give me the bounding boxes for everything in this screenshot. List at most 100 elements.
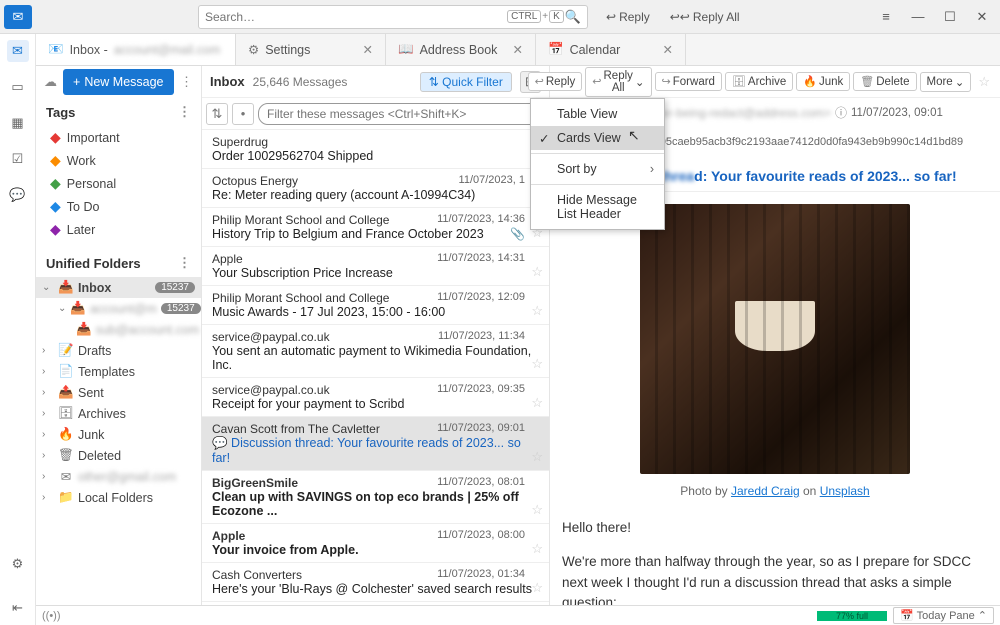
toolbar-actions: ↩Reply ↩↩Reply All xyxy=(598,7,748,27)
tasks-rail-icon[interactable]: ☑ xyxy=(7,148,29,170)
star-icon[interactable]: ☆ xyxy=(974,74,994,90)
chevron-right-icon[interactable]: › xyxy=(42,450,54,461)
close-icon[interactable]: ✕ xyxy=(363,42,373,57)
chevron-right-icon[interactable]: › xyxy=(42,492,54,503)
folder-account[interactable]: ⌄📥account@m15237 xyxy=(36,298,201,319)
chevron-right-icon[interactable]: › xyxy=(42,387,54,398)
message-row[interactable]: Philip Morant School and College History… xyxy=(202,208,549,247)
messages-container[interactable]: Superdrug Order 10029562704 Shipped ☆Oct… xyxy=(202,130,549,605)
tab-calendar[interactable]: 📅 Calendar ✕ xyxy=(536,34,686,65)
addressbook-rail-icon[interactable]: ▭ xyxy=(7,76,29,98)
quick-filter-button[interactable]: ⇅ Quick Filter xyxy=(420,72,512,92)
tag-item[interactable]: ◆Personal xyxy=(36,172,201,195)
more-icon[interactable]: ⋮ xyxy=(178,104,191,120)
connection-icon[interactable]: ((•)) xyxy=(42,610,61,622)
tag-icon: ◆ xyxy=(50,175,61,192)
reply-button[interactable]: ↩Reply xyxy=(528,72,583,91)
get-messages-icon[interactable]: ☁ xyxy=(44,74,57,90)
settings-rail-icon[interactable]: ⚙ xyxy=(7,553,29,575)
more-icon[interactable]: ⋮ xyxy=(178,255,191,271)
unread-filter-button[interactable]: • xyxy=(232,103,254,125)
gear-icon: ⚙ xyxy=(248,42,259,57)
new-message-button[interactable]: +New Message xyxy=(63,69,174,95)
tag-item[interactable]: ◆Work xyxy=(36,149,201,172)
close-icon[interactable]: ✕ xyxy=(663,42,673,57)
folder-inbox[interactable]: ⌄📥Inbox15237 xyxy=(36,277,201,298)
message-row[interactable]: Apple Your Subscription Price Increase 1… xyxy=(202,247,549,286)
tag-item[interactable]: ◆Later xyxy=(36,218,201,241)
tab-addressbook[interactable]: 📖 Address Book ✕ xyxy=(386,34,536,65)
today-pane-button[interactable]: 📅Today Pane⌃ xyxy=(893,607,994,624)
folder-sent[interactable]: ›📤Sent xyxy=(36,382,201,403)
tab-inbox[interactable]: 📧 Inbox - account@mail.com xyxy=(36,34,236,65)
message-row[interactable]: Cash Converters Here's your 'Blu-Rays @ … xyxy=(202,563,549,602)
menu-sort-by[interactable]: Sort by› xyxy=(531,157,664,181)
contact-icon[interactable]: ⓘ xyxy=(835,104,847,121)
message-row[interactable]: BigGreenSmile Clean up with SAVINGS on t… xyxy=(202,471,549,524)
tab-settings[interactable]: ⚙ Settings ✕ xyxy=(236,34,386,65)
folder-subaccount[interactable]: 📥sub@account.com xyxy=(36,319,201,340)
junk-button[interactable]: 🔥Junk xyxy=(796,72,850,91)
forward-button[interactable]: ↪Forward xyxy=(655,72,722,91)
folder-account2[interactable]: ›✉other@gmail.com xyxy=(36,466,201,487)
mail-rail-icon[interactable]: ✉ xyxy=(7,40,29,62)
tag-item[interactable]: ◆Important xyxy=(36,126,201,149)
minimize-button[interactable]: — xyxy=(904,5,932,29)
filter-input[interactable] xyxy=(258,103,545,125)
star-icon[interactable]: ☆ xyxy=(531,356,543,372)
message-row[interactable]: service@paypal.co.uk Receipt for your pa… xyxy=(202,378,549,417)
star-icon[interactable]: ☆ xyxy=(531,580,543,596)
chevron-right-icon[interactable]: › xyxy=(42,471,54,482)
search-input[interactable] xyxy=(205,10,506,24)
menu-cards-view[interactable]: ✓Cards View xyxy=(531,126,664,150)
message-row[interactable]: Apple Your invoice from Apple. 11/07/202… xyxy=(202,524,549,563)
tag-item[interactable]: ◆To Do xyxy=(36,195,201,218)
folder-templates[interactable]: ›📄Templates xyxy=(36,361,201,382)
photo-author-link[interactable]: Jaredd Craig xyxy=(731,484,800,498)
search-box[interactable]: CTRL + K 🔍 xyxy=(198,5,588,29)
chevron-right-icon[interactable]: › xyxy=(42,366,54,377)
chevron-right-icon[interactable]: › xyxy=(42,345,54,356)
inbox-icon: 📥 xyxy=(58,280,74,295)
calendar-icon: 📅 xyxy=(900,609,914,622)
message-row[interactable]: Superdrug Order 10029562704 Shipped ☆ xyxy=(202,130,549,169)
delete-button[interactable]: 🗑Delete xyxy=(853,72,916,91)
message-row[interactable]: Philip Morant School and College Music A… xyxy=(202,286,549,325)
menu-icon[interactable]: ≡ xyxy=(872,5,900,29)
calendar-rail-icon[interactable]: ▦ xyxy=(7,112,29,134)
close-icon[interactable]: ✕ xyxy=(513,42,523,57)
chevron-down-icon[interactable]: ⌄ xyxy=(58,303,66,314)
star-icon[interactable]: ☆ xyxy=(531,264,543,280)
folder-drafts[interactable]: ›📝Drafts xyxy=(36,340,201,361)
folder-local[interactable]: ›📁Local Folders xyxy=(36,487,201,508)
chevron-down-icon[interactable]: ⌄ xyxy=(42,282,54,293)
message-row[interactable]: Octopus Energy Re: Meter reading query (… xyxy=(202,169,549,208)
more-icon[interactable]: ⋮ xyxy=(180,74,193,90)
search-icon[interactable]: 🔍 xyxy=(565,9,581,25)
folder-junk[interactable]: ›🔥Junk xyxy=(36,424,201,445)
maximize-button[interactable]: ☐ xyxy=(936,5,964,29)
filter-toggle-button[interactable]: ⇅ xyxy=(206,103,228,125)
more-button[interactable]: More ⌄ xyxy=(920,72,972,92)
collapse-rail-icon[interactable]: ⇤ xyxy=(7,597,29,619)
archive-button[interactable]: 🗄Archive xyxy=(725,72,793,91)
reply-all-button[interactable]: ↩↩Reply All xyxy=(662,7,748,27)
chat-rail-icon[interactable]: 💬 xyxy=(7,184,29,206)
chevron-right-icon[interactable]: › xyxy=(42,429,54,440)
folder-deleted[interactable]: ›🗑Deleted xyxy=(36,445,201,466)
message-row[interactable]: Cavan Scott from The Cavletter 💬 Discuss… xyxy=(202,417,549,471)
star-icon[interactable]: ☆ xyxy=(531,395,543,411)
message-row[interactable]: service@paypal.co.uk You sent an automat… xyxy=(202,325,549,378)
reply-button[interactable]: ↩Reply xyxy=(598,7,658,27)
menu-table-view[interactable]: Table View xyxy=(531,102,664,126)
folder-archives[interactable]: ›🗄Archives xyxy=(36,403,201,424)
menu-hide-header[interactable]: Hide Message List Header xyxy=(531,188,664,226)
star-icon[interactable]: ☆ xyxy=(531,541,543,557)
close-button[interactable]: ✕ xyxy=(968,5,996,29)
reply-all-button[interactable]: ↩Reply All ⌄ xyxy=(585,67,651,97)
star-icon[interactable]: ☆ xyxy=(531,303,543,319)
photo-site-link[interactable]: Unsplash xyxy=(820,484,870,498)
star-icon[interactable]: ☆ xyxy=(531,449,543,465)
chevron-right-icon[interactable]: › xyxy=(42,408,54,419)
star-icon[interactable]: ☆ xyxy=(531,502,543,518)
